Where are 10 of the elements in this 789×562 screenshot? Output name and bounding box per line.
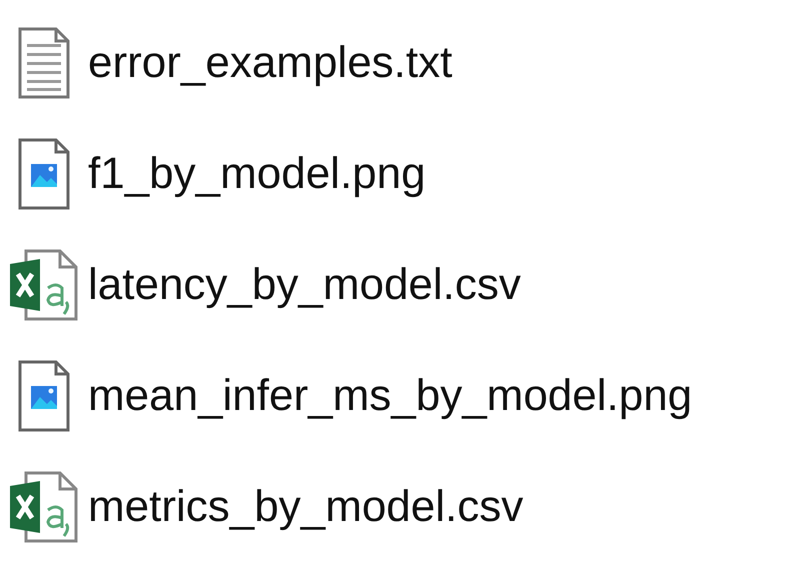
file-name[interactable]: metrics_by_model.csv — [88, 484, 524, 529]
image-file-icon — [16, 137, 72, 212]
spreadsheet-file-icon — [8, 470, 80, 544]
file-name[interactable]: latency_by_model.csv — [88, 262, 521, 307]
file-name[interactable]: mean_infer_ms_by_model.png — [88, 374, 692, 418]
file-name[interactable]: error_examples.txt — [88, 41, 452, 86]
image-file-icon — [16, 358, 72, 433]
file-name[interactable]: f1_by_model.png — [88, 152, 426, 196]
spreadsheet-file-icon — [8, 248, 80, 322]
text-file-icon — [16, 26, 72, 100]
